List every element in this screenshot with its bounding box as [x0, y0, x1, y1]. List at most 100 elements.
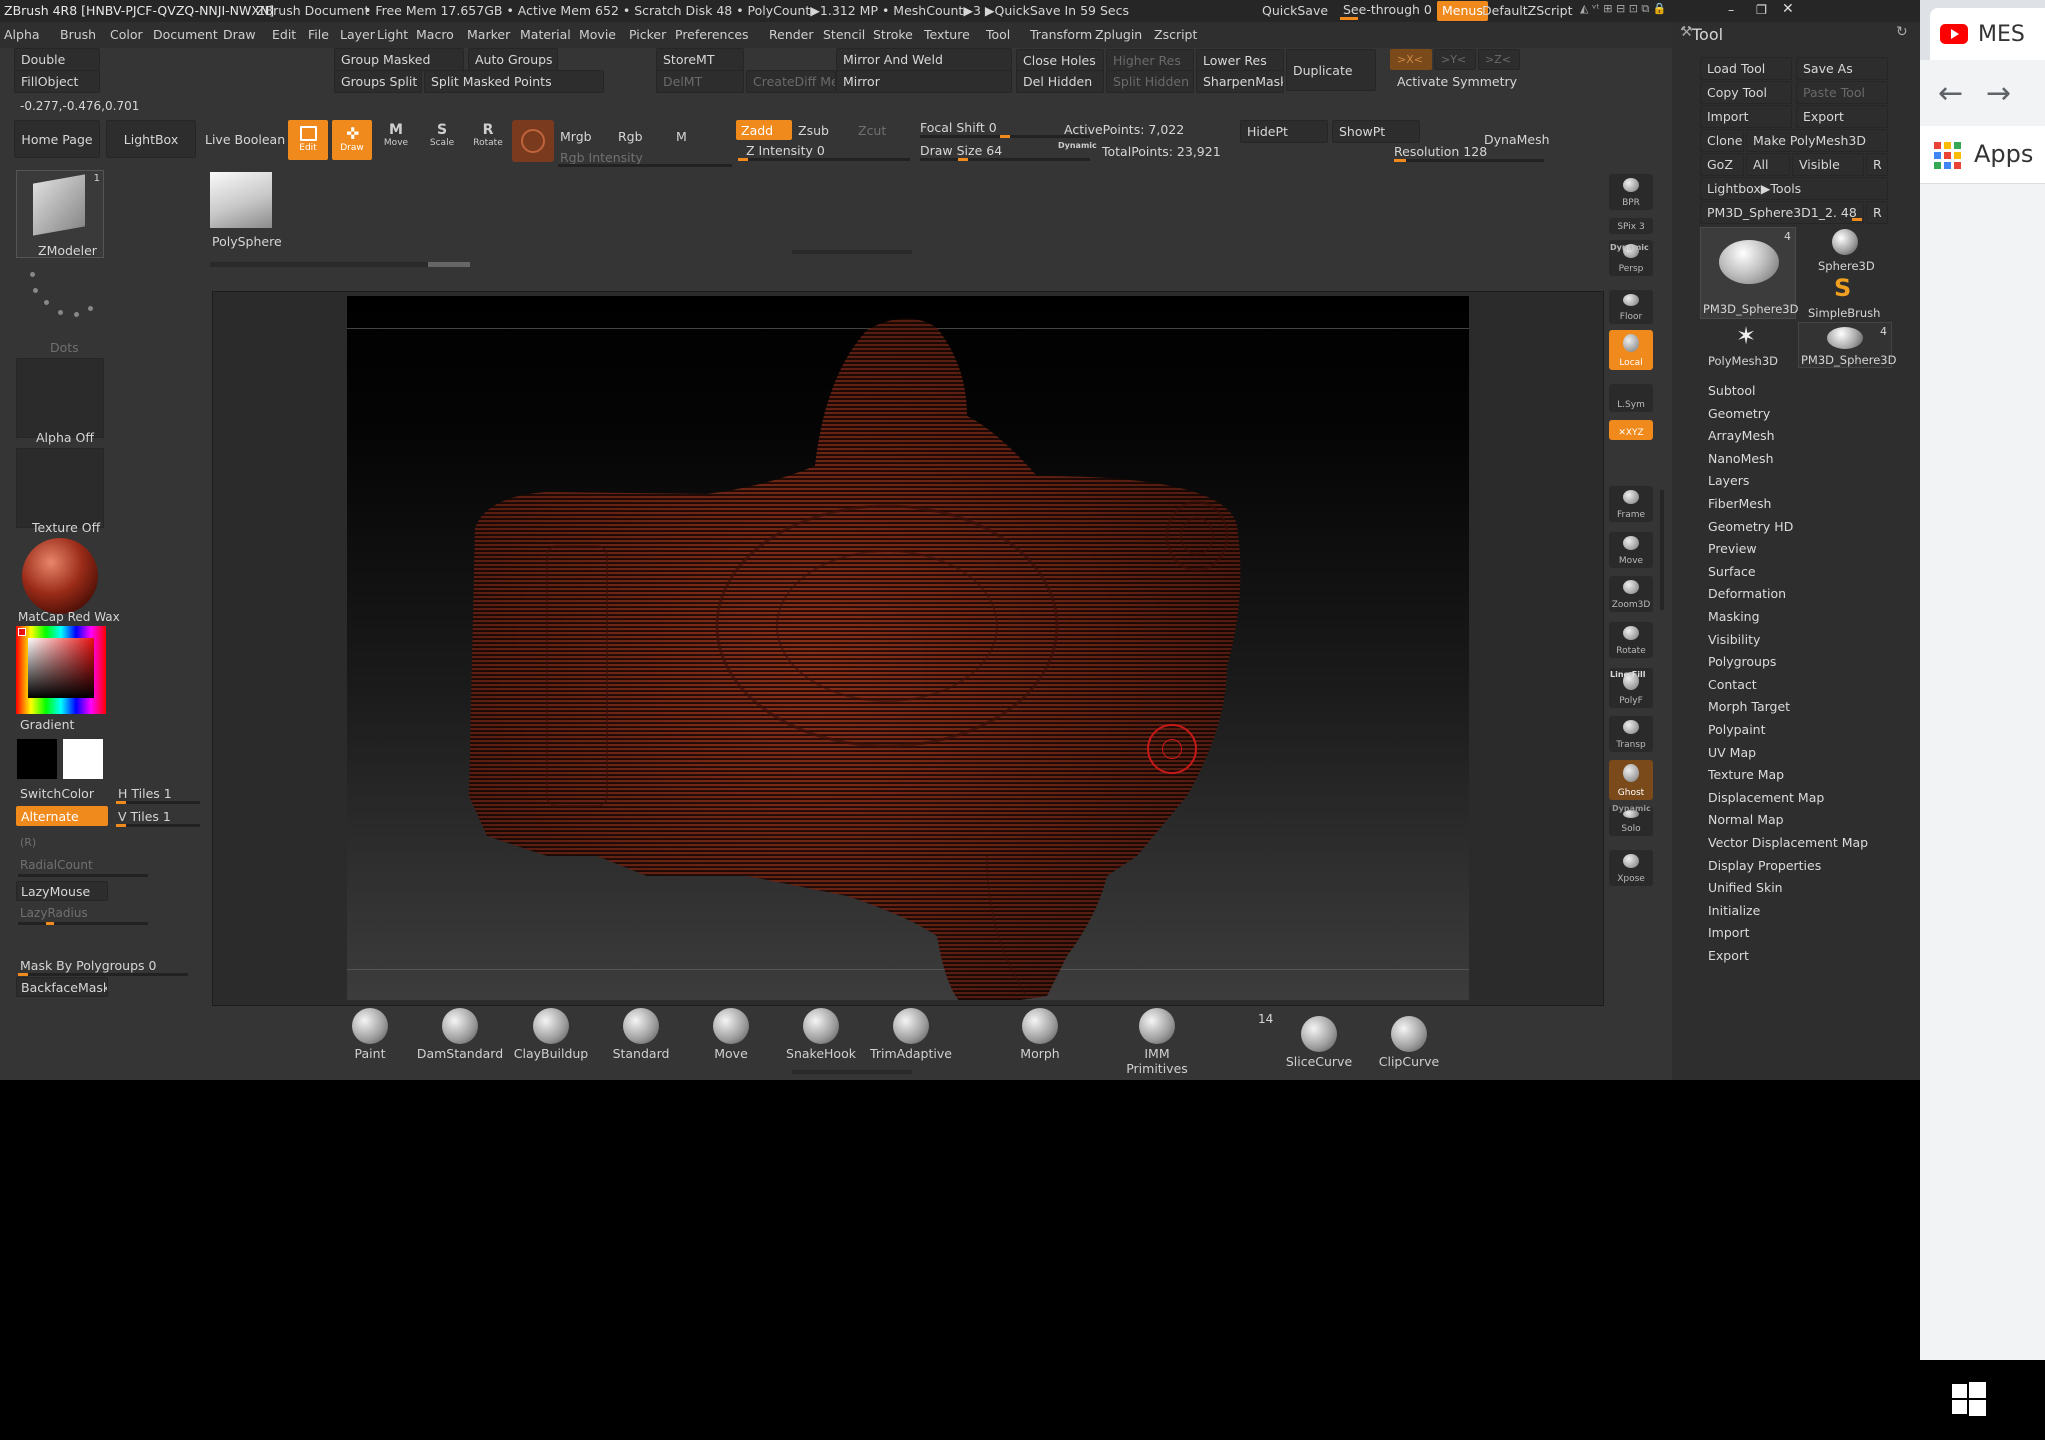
shelf-frame-button[interactable]: Frame: [1609, 486, 1653, 522]
menu-material[interactable]: Material: [520, 27, 571, 42]
storemt-button[interactable]: StoreMT: [656, 48, 744, 71]
subpalette-initialize[interactable]: Initialize: [1708, 903, 1760, 918]
restore-icon[interactable]: ❐: [1756, 2, 1767, 17]
duplicate-button[interactable]: Duplicate: [1286, 49, 1376, 91]
menu-stroke[interactable]: Stroke: [873, 27, 913, 42]
goz-all-button[interactable]: All: [1746, 153, 1790, 176]
stroke-thumbnail[interactable]: [16, 262, 104, 346]
brush-imm-primitives[interactable]: IMM Primitives: [1112, 1008, 1202, 1076]
layout-icons[interactable]: ◭ ᵛᵗ ⊞ ⊟ ⊡ ⧉ 🔒: [1580, 2, 1666, 16]
tool-thumb-simplebrush[interactable]: S SimpleBrush: [1798, 274, 1890, 320]
menus-button[interactable]: Menus: [1437, 1, 1488, 21]
subpalette-morph-target[interactable]: Morph Target: [1708, 699, 1790, 714]
auto-groups-button[interactable]: Auto Groups: [468, 48, 558, 71]
dynamic-label[interactable]: Dynamic: [1058, 141, 1097, 150]
material-thumbnail[interactable]: [16, 536, 104, 616]
subpalette-deformation[interactable]: Deformation: [1708, 586, 1786, 601]
subpalette-displacement-map[interactable]: Displacement Map: [1708, 790, 1824, 805]
doc-scrollbar[interactable]: [210, 262, 470, 267]
top-collapse-handle[interactable]: [792, 250, 912, 254]
export-tool-button[interactable]: Export: [1796, 105, 1888, 128]
polysphere-thumbnail[interactable]: [208, 166, 272, 230]
dynamesh-button[interactable]: DynaMesh: [1484, 132, 1550, 147]
close-icon[interactable]: ✕: [1782, 1, 1794, 17]
subpalette-display-properties[interactable]: Display Properties: [1708, 858, 1821, 873]
brush-move[interactable]: Move: [686, 1008, 776, 1061]
z-intensity-slider[interactable]: Z Intensity 0: [746, 143, 825, 158]
live-boolean-button[interactable]: Live Boolean: [198, 120, 288, 158]
groups-split-button[interactable]: Groups Split: [334, 70, 422, 93]
clone-button[interactable]: Clone: [1700, 129, 1744, 152]
subpalette-fibermesh[interactable]: FiberMesh: [1708, 496, 1771, 511]
menu-document[interactable]: Document: [153, 27, 218, 42]
apps-grid-icon[interactable]: [1934, 142, 1962, 170]
subpalette-unified-skin[interactable]: Unified Skin: [1708, 880, 1783, 895]
rgb-intensity-slider[interactable]: Rgb Intensity: [560, 150, 643, 165]
focal-shift-slider[interactable]: Focal Shift 0: [920, 120, 997, 135]
zsub-button[interactable]: Zsub: [798, 123, 829, 138]
current-tool-slider[interactable]: PM3D_Sphere3D1_2. 48: [1700, 201, 1864, 224]
lower-res-button[interactable]: Lower Res: [1196, 49, 1284, 72]
menu-stencil[interactable]: Stencil: [823, 27, 865, 42]
menu-zscript[interactable]: Zscript: [1154, 27, 1197, 42]
menu-zplugin[interactable]: Zplugin: [1095, 27, 1142, 42]
subpalette-arraymesh[interactable]: ArrayMesh: [1708, 428, 1775, 443]
subpalette-geometry[interactable]: Geometry: [1708, 406, 1770, 421]
menu-tool[interactable]: Tool: [986, 27, 1010, 42]
color-swatch-button[interactable]: [512, 120, 554, 162]
main-color-swatch[interactable]: [62, 738, 104, 780]
subpalette-vector-displacement-map[interactable]: Vector Displacement Map: [1708, 835, 1868, 850]
menu-light[interactable]: Light: [377, 27, 408, 42]
subpalette-surface[interactable]: Surface: [1708, 564, 1756, 579]
group-masked-button[interactable]: Group Masked: [334, 48, 464, 71]
make-polymesh-button[interactable]: Make PolyMesh3D: [1746, 129, 1888, 152]
menu-file[interactable]: File: [308, 27, 329, 42]
switchcolor-button[interactable]: SwitchColor: [20, 786, 94, 801]
subpalette-preview[interactable]: Preview: [1708, 541, 1757, 556]
rgb-button[interactable]: Rgb: [618, 129, 643, 144]
shelf-floor-button[interactable]: Floor: [1609, 290, 1653, 324]
shelf-xyz-button[interactable]: ✕XYZ: [1609, 420, 1653, 440]
menu-macro[interactable]: Macro: [416, 27, 454, 42]
menu-preferences[interactable]: Preferences: [675, 27, 749, 42]
y-symmetry-button[interactable]: >Y<: [1434, 49, 1476, 70]
sculpt-model[interactable]: [347, 296, 1469, 1000]
subpalette-polygroups[interactable]: Polygroups: [1708, 654, 1776, 669]
menu-render[interactable]: Render: [769, 27, 814, 42]
lightbox-button[interactable]: LightBox: [106, 120, 196, 158]
radialcount-slider[interactable]: RadialCount: [20, 858, 93, 872]
m-button[interactable]: M: [676, 129, 687, 144]
shelf-spix-button[interactable]: SPix 3: [1609, 218, 1653, 234]
subpalette-export[interactable]: Export: [1708, 948, 1749, 963]
goz-button[interactable]: GoZ: [1700, 153, 1744, 176]
subpalette-masking[interactable]: Masking: [1708, 609, 1760, 624]
right-collapse-handle[interactable]: [1660, 490, 1664, 610]
sharpen-mask-button[interactable]: SharpenMask: [1196, 70, 1284, 93]
subpalette-geometry-hd[interactable]: Geometry HD: [1708, 519, 1793, 534]
subpalette-contact[interactable]: Contact: [1708, 677, 1757, 692]
shelf-bpr-button[interactable]: BPR: [1609, 174, 1653, 210]
brush-trimadaptive[interactable]: TrimAdaptive: [866, 1008, 956, 1061]
refresh-icon[interactable]: ↻: [1896, 24, 1908, 40]
tool-thumb-pm3d-sphere-second[interactable]: 4 PM3D_Sphere3D: [1798, 322, 1896, 368]
alpha-thumbnail[interactable]: [16, 358, 104, 438]
backface-mask-button[interactable]: BackfaceMask: [16, 977, 108, 997]
subpalette-texture-map[interactable]: Texture Map: [1708, 767, 1784, 782]
resolution-slider[interactable]: Resolution 128: [1394, 144, 1487, 159]
hidept-button[interactable]: HidePt: [1240, 120, 1328, 143]
del-hidden-button[interactable]: Del Hidden: [1016, 70, 1104, 93]
brush-standard[interactable]: Standard: [596, 1008, 686, 1061]
home-page-button[interactable]: Home Page: [14, 120, 100, 158]
tool-thumb-polymesh3d[interactable]: ✶ PolyMesh3D: [1700, 322, 1796, 368]
higher-res-button[interactable]: Higher Res: [1106, 49, 1194, 72]
shelf-move-button[interactable]: Move: [1609, 532, 1653, 568]
lightbox-tools-button[interactable]: Lightbox▶Tools: [1700, 177, 1888, 200]
shelf-local-button[interactable]: Local: [1609, 330, 1653, 370]
rotate-mode-button[interactable]: R Rotate: [470, 122, 506, 158]
mirror-button[interactable]: Mirror: [836, 70, 1012, 93]
brush-snakehook[interactable]: SnakeHook: [776, 1008, 866, 1061]
save-as-button[interactable]: Save As: [1796, 57, 1888, 80]
subpalette-normal-map[interactable]: Normal Map: [1708, 812, 1784, 827]
menu-marker[interactable]: Marker: [467, 27, 510, 42]
default-zscript[interactable]: DefaultZScript: [1482, 3, 1573, 18]
